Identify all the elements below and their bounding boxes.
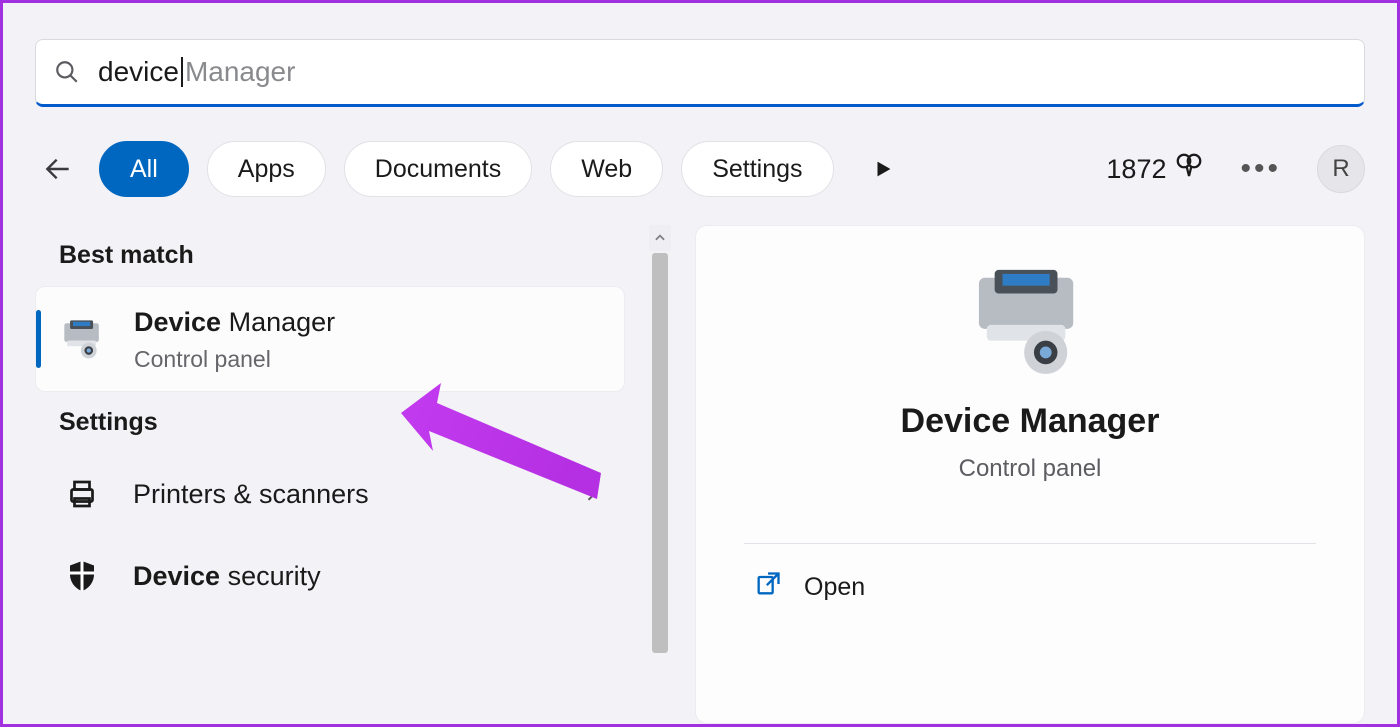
detail-panel: Device Manager Control panel Open (695, 225, 1365, 724)
best-match-header: Best match (35, 225, 625, 286)
result-printers-scanners[interactable]: Printers & scanners (35, 453, 625, 535)
tab-all[interactable]: All (99, 141, 189, 197)
tab-web[interactable]: Web (550, 141, 663, 197)
more-options-button[interactable]: ••• (1222, 152, 1299, 186)
chevron-right-icon (581, 484, 601, 504)
device-manager-icon-large (965, 266, 1095, 376)
back-button[interactable] (35, 146, 81, 192)
detail-subtitle: Control panel (959, 455, 1102, 483)
search-suggestion-text: Manager (185, 56, 296, 88)
results-list: Best match Device Manager (35, 225, 625, 724)
filter-row: All Apps Documents Web Settings 1872 •••… (35, 141, 1365, 197)
result-subtitle: Control panel (134, 346, 600, 373)
scroll-thumb[interactable] (652, 253, 668, 653)
medal-icon (1174, 151, 1204, 188)
search-typed-text: device (98, 56, 179, 88)
search-icon (54, 59, 80, 85)
result-device-manager[interactable]: Device Manager Control panel (35, 286, 625, 392)
device-manager-icon (60, 316, 106, 362)
tab-documents[interactable]: Documents (344, 141, 532, 197)
shield-icon (59, 553, 105, 599)
action-open[interactable]: Open (744, 544, 1316, 609)
detail-title: Device Manager (901, 402, 1160, 441)
avatar-initial: R (1332, 155, 1349, 183)
avatar[interactable]: R (1317, 145, 1365, 193)
text-caret (181, 57, 183, 87)
search-input[interactable]: device Manager (98, 56, 1346, 88)
result-title: Printers & scanners (133, 477, 581, 512)
tab-apps[interactable]: Apps (207, 141, 326, 197)
open-external-icon (754, 570, 782, 605)
scroll-up-button[interactable] (649, 225, 671, 251)
search-bar[interactable]: device Manager (35, 39, 1365, 107)
result-device-security[interactable]: Device security (35, 535, 625, 617)
points-value: 1872 (1106, 154, 1166, 185)
rewards-points[interactable]: 1872 (1106, 151, 1204, 188)
result-title: Device Manager (134, 305, 600, 340)
tab-settings[interactable]: Settings (681, 141, 833, 197)
result-title: Device security (133, 559, 601, 594)
settings-header: Settings (35, 392, 625, 453)
scrollbar[interactable] (649, 225, 671, 724)
action-label: Open (804, 573, 865, 602)
more-filters-arrow-icon[interactable] (872, 158, 894, 180)
printer-icon (59, 471, 105, 517)
